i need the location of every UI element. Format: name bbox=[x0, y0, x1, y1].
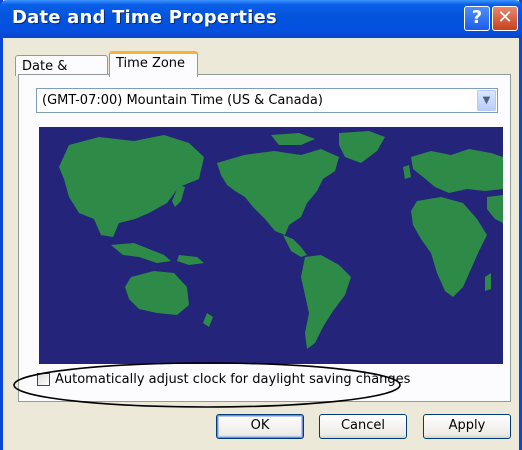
madagascar-landmass bbox=[485, 273, 491, 291]
date-time-properties-window: Date and Time Properties ? ✕ Date & Time… bbox=[0, 0, 522, 450]
timezone-select[interactable]: (GMT-07:00) Mountain Time (US & Canada) … bbox=[36, 88, 498, 113]
cancel-button[interactable]: Cancel bbox=[319, 414, 407, 439]
close-button[interactable]: ✕ bbox=[492, 6, 518, 31]
uk-landmass bbox=[403, 165, 411, 179]
highlight-ellipse bbox=[13, 362, 401, 408]
window-title: Date and Time Properties bbox=[12, 7, 277, 28]
australia-landmass bbox=[125, 271, 189, 315]
arabia-landmass bbox=[487, 195, 503, 223]
asia-landmass bbox=[59, 135, 204, 237]
indonesia-landmass bbox=[111, 243, 171, 263]
tab-date-time[interactable]: Date & Time bbox=[15, 55, 108, 89]
title-bar[interactable]: Date and Time Properties ? ✕ bbox=[0, 0, 522, 38]
time-zone-panel: (GMT-07:00) Mountain Time (US & Canada) … bbox=[18, 74, 511, 402]
greenland-landmass bbox=[339, 131, 385, 163]
world-map[interactable] bbox=[39, 127, 503, 364]
new-guinea-landmass bbox=[177, 255, 204, 265]
europe-landmass bbox=[411, 149, 503, 193]
south-america-landmass bbox=[301, 255, 351, 349]
help-button[interactable]: ? bbox=[464, 6, 490, 31]
tab-time-zone[interactable]: Time Zone bbox=[109, 51, 198, 77]
apply-button[interactable]: Apply bbox=[423, 414, 511, 439]
chevron-down-icon[interactable]: ▼ bbox=[477, 90, 496, 111]
new-zealand-landmass bbox=[203, 313, 213, 327]
central-america-landmass bbox=[283, 235, 307, 257]
ok-button[interactable]: OK bbox=[216, 414, 304, 439]
north-america-landmass bbox=[217, 149, 339, 235]
timezone-selected-value: (GMT-07:00) Mountain Time (US & Canada) bbox=[42, 93, 323, 108]
africa-landmass bbox=[411, 197, 487, 297]
arctic-islands-landmass bbox=[271, 133, 315, 145]
